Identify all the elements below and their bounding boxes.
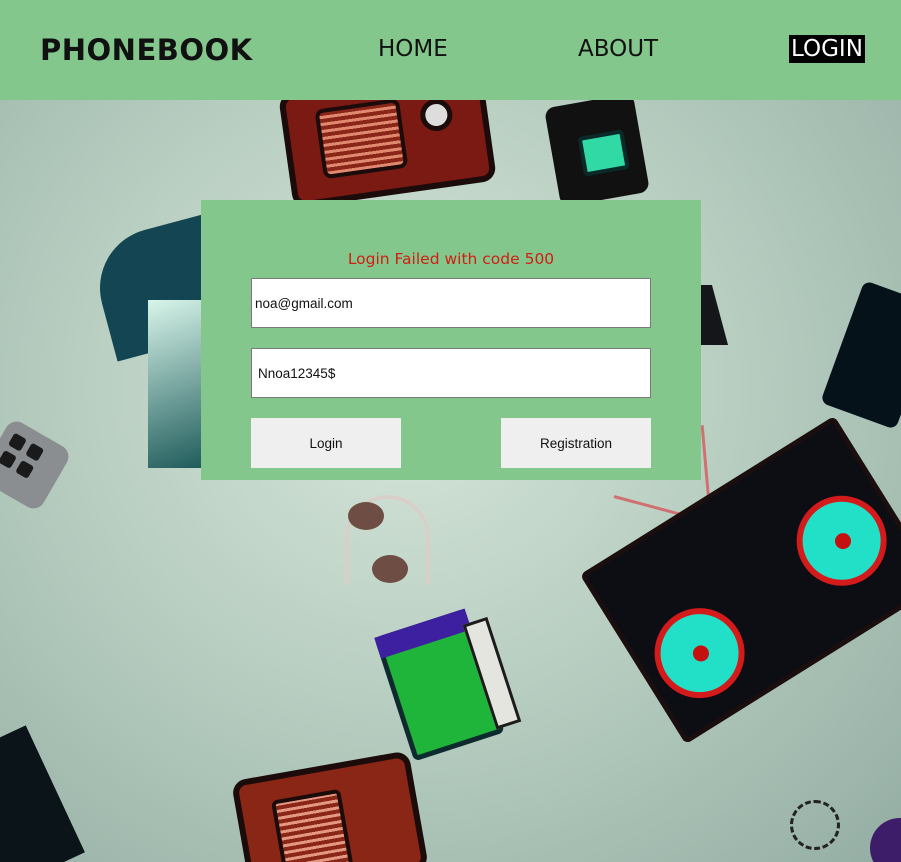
retro-radio-illustration bbox=[230, 750, 430, 862]
login-error-message: Login Failed with code 500 bbox=[347, 250, 555, 268]
login-button[interactable]: Login bbox=[251, 418, 401, 468]
cord-illustration bbox=[790, 800, 840, 850]
password-input[interactable] bbox=[251, 348, 651, 398]
registration-button[interactable]: Registration bbox=[501, 418, 651, 468]
login-card: Login Failed with code 500 Login Registr… bbox=[201, 200, 701, 480]
headphone-cup-illustration bbox=[372, 555, 408, 583]
email-input[interactable] bbox=[251, 278, 651, 328]
headphone-cup-illustration bbox=[348, 502, 384, 530]
nav-about-link[interactable]: ABOUT bbox=[578, 36, 658, 62]
cordless-phone-illustration bbox=[0, 417, 73, 513]
nav-home-link[interactable]: HOME bbox=[378, 36, 448, 62]
brand-logo[interactable]: PHONEBOOK bbox=[40, 33, 253, 67]
top-navbar: PHONEBOOK HOME ABOUT LOGIN bbox=[0, 0, 901, 100]
dark-device-illustration bbox=[820, 280, 901, 430]
nav-login-link[interactable]: LOGIN bbox=[789, 35, 865, 63]
phone-base-illustration bbox=[148, 300, 208, 468]
purple-device-illustration bbox=[870, 818, 901, 862]
cassette-player-illustration bbox=[374, 608, 522, 762]
handheld-console-illustration bbox=[544, 92, 650, 208]
dark-device-illustration bbox=[0, 725, 85, 862]
